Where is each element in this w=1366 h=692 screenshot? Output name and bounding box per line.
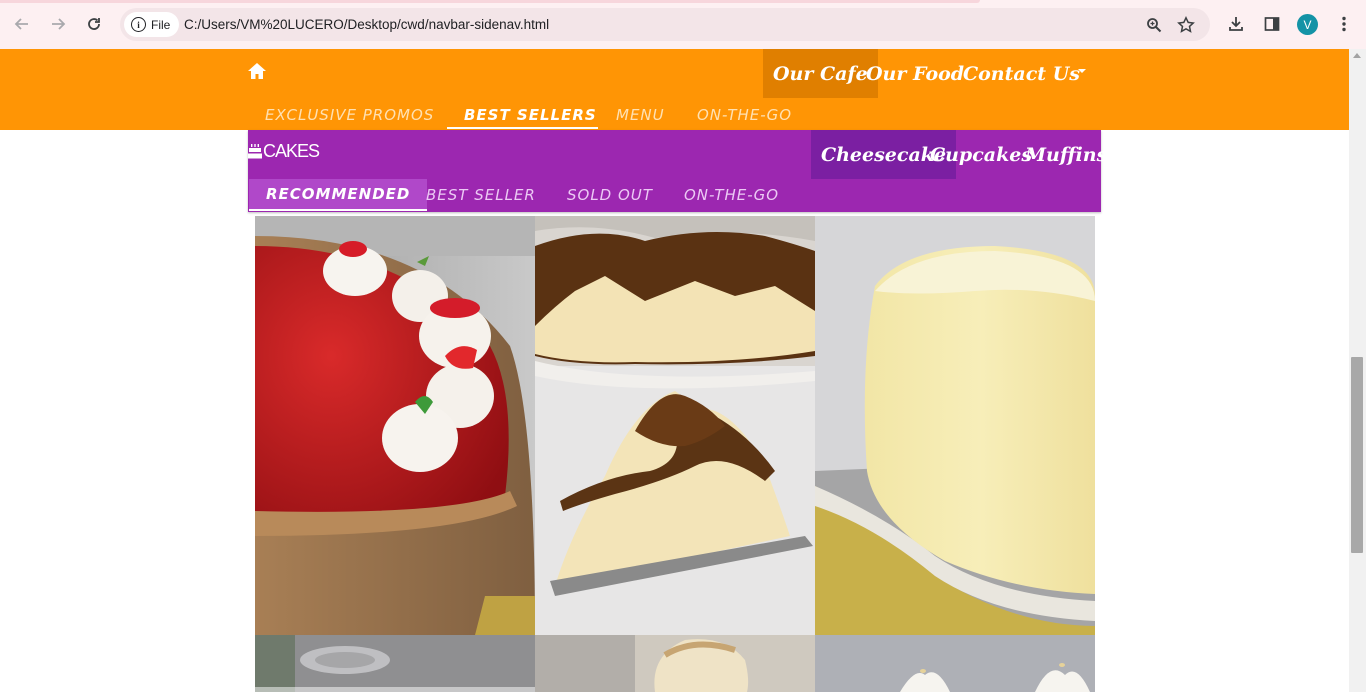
info-icon: i — [131, 17, 146, 32]
browser-toolbar: i File C:/Users/VM%20LUCERO/Desktop/cwd/… — [0, 0, 1366, 50]
bookmark-star-icon[interactable] — [1176, 15, 1196, 35]
subnav-best-sellers[interactable]: BEST SELLERS — [464, 106, 597, 124]
file-chip-label: File — [151, 17, 171, 32]
cake-gallery — [255, 216, 1095, 692]
reload-icon — [88, 18, 100, 30]
url-text[interactable]: C:/Users/VM%20LUCERO/Desktop/cwd/navbar-… — [184, 17, 549, 32]
home-icon[interactable] — [246, 61, 268, 81]
basque-burnt-cheesecake-photo[interactable] — [535, 216, 815, 635]
side-panel-icon[interactable] — [1260, 12, 1284, 36]
cake-photo-row2-3[interactable] — [815, 635, 1095, 692]
active-subnav-underline — [447, 127, 598, 129]
strawberry-cheesecake-photo[interactable] — [255, 216, 535, 635]
site-info-chip[interactable]: i File — [124, 12, 180, 37]
zoom-icon[interactable] — [1144, 15, 1164, 35]
profile-avatar[interactable]: V — [1297, 14, 1318, 35]
arrow-right-icon — [52, 18, 66, 30]
brand-label: CAKES — [263, 140, 320, 161]
subnav-on-the-go[interactable]: ON-THE-GO — [697, 106, 792, 124]
cakes-subnav-sold-out[interactable]: SOLD OUT — [550, 179, 670, 211]
dropdown-caret-icon[interactable] — [1078, 69, 1086, 73]
main-navbar: Our Cafe Our Food Contact Us EXCLUSIVE P… — [0, 49, 1349, 130]
cake-icon — [248, 144, 262, 159]
subnav-exclusive-promos[interactable]: EXCLUSIVE PROMOS — [265, 106, 434, 124]
japanese-cotton-cheesecake-photo[interactable] — [815, 216, 1095, 635]
cakes-subnav-recommended[interactable]: RECOMMENDED — [249, 179, 428, 211]
cake-photo-row2-2[interactable] — [535, 635, 815, 692]
kebab-menu-icon[interactable] — [1332, 12, 1356, 36]
cake-photo-row2-1[interactable] — [255, 635, 535, 692]
forward-button[interactable] — [45, 11, 71, 37]
cakes-subnav-best-seller[interactable]: BEST SELLER — [409, 179, 553, 211]
nav-item-contact-us[interactable]: Contact Us — [953, 49, 1090, 98]
tab-strip-edge — [0, 0, 980, 3]
cakes-subnav-on-the-go[interactable]: ON-THE-GO — [667, 179, 796, 211]
cakes-nav-muffins[interactable]: Muffins — [1015, 130, 1117, 179]
back-button[interactable] — [9, 11, 35, 37]
address-bar[interactable]: i File C:/Users/VM%20LUCERO/Desktop/cwd/… — [120, 8, 1210, 41]
cakes-navbar: CAKES Cheesecake Cupcakes Muffins RECOMM… — [248, 130, 1107, 212]
scrollbar-thumb[interactable] — [1351, 357, 1363, 553]
download-icon[interactable] — [1224, 12, 1248, 36]
reload-button[interactable] — [81, 11, 107, 37]
subnav-menu[interactable]: MENU — [616, 106, 665, 124]
arrow-left-icon — [14, 18, 28, 30]
scroll-up-arrow-icon[interactable] — [1353, 53, 1361, 58]
page-scrollbar[interactable] — [1349, 49, 1366, 692]
cakes-brand[interactable]: CAKES — [248, 140, 320, 162]
